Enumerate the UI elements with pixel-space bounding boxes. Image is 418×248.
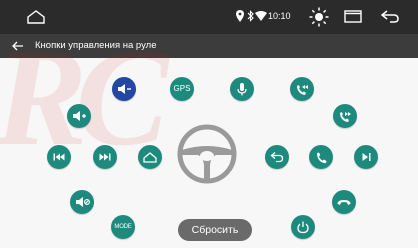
- page-title: Кнопки управления на руле: [35, 40, 157, 51]
- answer-call-button[interactable]: [309, 145, 333, 169]
- next-track-button[interactable]: [93, 145, 117, 169]
- mode-label: MODE: [114, 224, 132, 230]
- call-prev-button[interactable]: [290, 77, 314, 101]
- volume-down-button[interactable]: [112, 77, 136, 101]
- reset-button[interactable]: Сбросить: [178, 219, 252, 241]
- prev-track-button[interactable]: [47, 145, 71, 169]
- mute-icon: [76, 197, 90, 207]
- location-icon: [236, 10, 244, 22]
- return-icon[interactable]: [380, 9, 400, 24]
- mode-button[interactable]: MODE: [111, 215, 135, 239]
- volume-down-icon: [118, 84, 131, 94]
- mute-button[interactable]: [70, 190, 94, 214]
- volume-up-button[interactable]: [67, 104, 91, 128]
- back-button[interactable]: [265, 145, 289, 169]
- voice-button[interactable]: [230, 77, 254, 101]
- status-bar: 10:10: [0, 0, 418, 34]
- call-prev-icon: [297, 85, 308, 95]
- call-next-button[interactable]: [333, 104, 357, 128]
- home-icon[interactable]: [26, 9, 46, 25]
- back-icon: [270, 152, 284, 163]
- steering-wheel-icon: [177, 124, 237, 184]
- phone-icon: [317, 152, 327, 164]
- wifi-icon: [255, 11, 267, 21]
- call-next-icon: [340, 112, 351, 122]
- gps-button[interactable]: GPS: [170, 77, 194, 101]
- mic-icon: [237, 83, 247, 96]
- back-arrow-icon[interactable]: [12, 41, 24, 51]
- power-icon: [297, 221, 309, 234]
- power-button[interactable]: [291, 215, 315, 239]
- window-icon[interactable]: [344, 10, 362, 23]
- brightness-icon[interactable]: [309, 7, 329, 27]
- next-track-icon: [99, 153, 111, 161]
- gps-label: GPS: [173, 84, 191, 93]
- home-outline-icon: [143, 152, 157, 163]
- clock: 10:10: [268, 11, 291, 21]
- volume-up-icon: [73, 111, 86, 121]
- bluetooth-icon: [247, 10, 254, 22]
- home-button[interactable]: [138, 145, 162, 169]
- hang-up-icon: [337, 200, 351, 205]
- prev-track-icon: [53, 153, 65, 161]
- play-pause-icon: [362, 153, 371, 161]
- hang-up-button[interactable]: [332, 190, 356, 214]
- play-pause-button[interactable]: [354, 145, 378, 169]
